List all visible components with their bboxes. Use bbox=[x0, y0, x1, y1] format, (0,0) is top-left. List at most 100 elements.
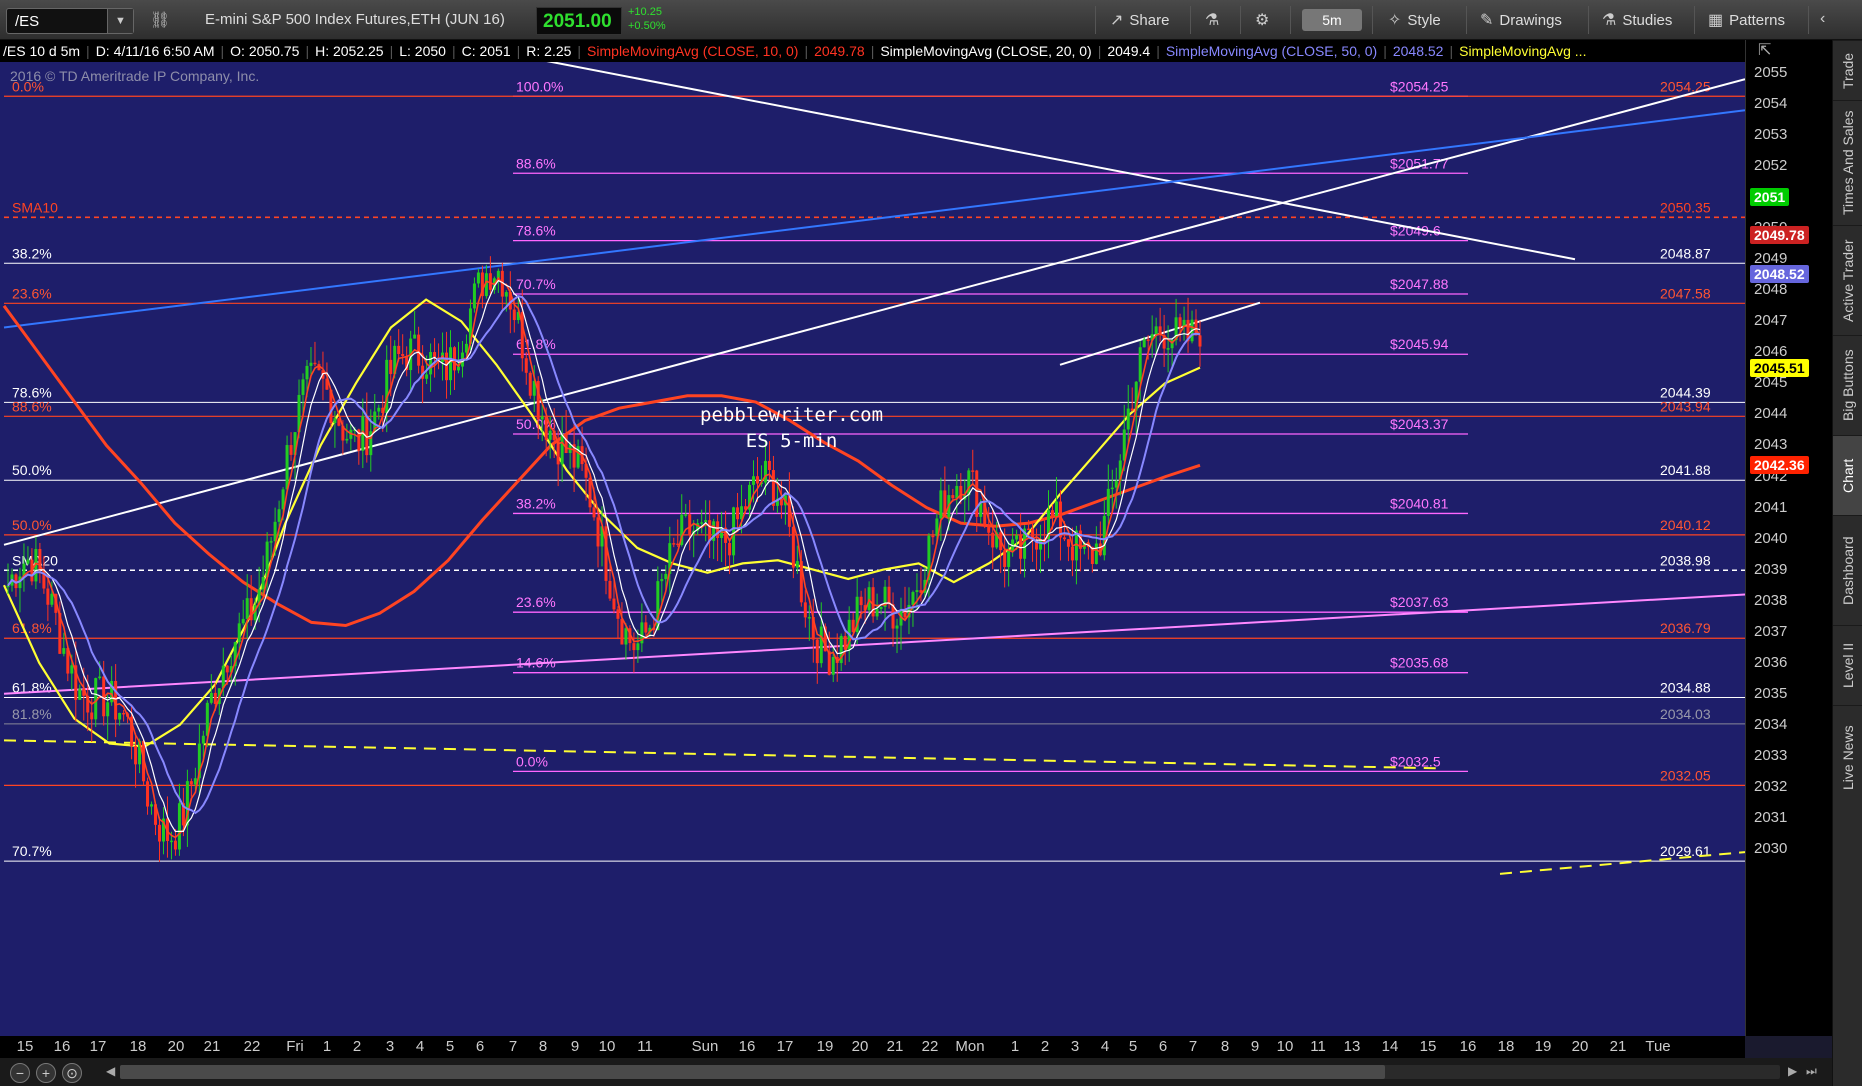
scroll-end-icon[interactable]: ⏭ bbox=[1806, 1064, 1817, 1079]
time-tick-label: 20 bbox=[167, 1038, 185, 1055]
price-badge: 2049.78 bbox=[1750, 226, 1809, 245]
candle-body bbox=[660, 579, 664, 582]
watermark-line-1: pebblewriter.com bbox=[700, 404, 884, 426]
fib-pct-label-red: 61.8% bbox=[12, 620, 52, 636]
price-tick-label: 2036 bbox=[1754, 653, 1788, 671]
trendline-yellow-dashed-right bbox=[1499, 851, 1745, 875]
interval-button[interactable]: 5m bbox=[1302, 9, 1362, 31]
toolbar-divider bbox=[1466, 6, 1467, 34]
share-icon: ↗ bbox=[1110, 12, 1124, 29]
sidebar-tab-chart[interactable]: Chart bbox=[1833, 435, 1862, 515]
candle-body bbox=[736, 507, 740, 520]
scroll-track[interactable] bbox=[120, 1065, 1780, 1079]
collapse-button[interactable]: ‹ bbox=[1820, 10, 1825, 28]
zoom-in-icon[interactable]: + bbox=[36, 1063, 56, 1083]
candle-body bbox=[118, 712, 122, 720]
share-label: Share bbox=[1129, 11, 1170, 29]
sma20-label[interactable]: SimpleMovingAvg (CLOSE, 20, 0) bbox=[877, 43, 1094, 59]
time-tick-label: 15 bbox=[1419, 1038, 1437, 1055]
drawings-button[interactable]: ✎ Drawings bbox=[1480, 10, 1562, 30]
candle-body bbox=[1198, 335, 1202, 347]
scroll-thumb[interactable] bbox=[120, 1065, 1385, 1079]
candle-body bbox=[911, 592, 915, 605]
time-tick-label: 18 bbox=[1497, 1038, 1515, 1055]
time-tick-label: 21 bbox=[1609, 1038, 1627, 1055]
zoom-out-icon[interactable]: − bbox=[10, 1063, 30, 1083]
patterns-button[interactable]: ▦ Patterns bbox=[1708, 10, 1785, 30]
candle-body bbox=[1066, 539, 1070, 547]
candle-body bbox=[704, 520, 708, 523]
bar-low: L: 2050 bbox=[399, 43, 446, 59]
sidebar-tab-big-buttons[interactable]: Big Buttons bbox=[1833, 335, 1862, 435]
candle-body bbox=[313, 362, 317, 365]
candle-body bbox=[1166, 348, 1170, 350]
zoom-fit-icon[interactable]: ⊙ bbox=[62, 1063, 82, 1083]
sidebar-tab-live-news[interactable]: Live News bbox=[1833, 705, 1862, 810]
candle-body bbox=[959, 485, 963, 500]
sidebar-tab-dashboard[interactable]: Dashboard bbox=[1833, 515, 1862, 625]
time-tick-label: 7 bbox=[508, 1038, 518, 1055]
style-button[interactable]: ✧ Style bbox=[1388, 10, 1441, 30]
candle-body bbox=[26, 559, 30, 564]
symbol-input[interactable]: /ES ▼ bbox=[6, 8, 134, 34]
chart-canvas[interactable]: 100.0% $2054.2588.6% $2051.7778.6% $2049.67… bbox=[0, 62, 1745, 1036]
sidebar-tab-times-and-sales[interactable]: Times And Sales bbox=[1833, 100, 1862, 225]
flask-button[interactable]: ⚗ bbox=[1205, 10, 1219, 30]
time-tick-label: 22 bbox=[243, 1038, 261, 1055]
bar-date: D: 4/11/16 6:50 AM bbox=[95, 43, 215, 59]
pencil-icon: ✎ bbox=[1480, 12, 1494, 29]
scroll-left-icon[interactable]: ◀ bbox=[106, 1064, 115, 1078]
candle-body bbox=[955, 485, 959, 499]
gear-icon: ⚙ bbox=[1255, 12, 1270, 29]
candle-body bbox=[1114, 481, 1118, 488]
settings-button[interactable]: ⚙ bbox=[1255, 10, 1269, 30]
expand-icon[interactable]: ⇱ bbox=[1758, 40, 1771, 60]
copyright-text: 2016 © TD Ameritrade IP Company, Inc. bbox=[10, 68, 260, 84]
time-tick-label: 17 bbox=[89, 1038, 107, 1055]
time-tick-label: 14 bbox=[1381, 1038, 1399, 1055]
sidebar-tab-trade[interactable]: Trade bbox=[1833, 40, 1862, 100]
candle-body bbox=[620, 618, 624, 645]
price-axis[interactable]: ⇱ 20552054205320522051205020492048204720… bbox=[1745, 40, 1832, 1036]
chart-scrollbar[interactable]: − + ⊙ ◀ ▶ ⏭ bbox=[0, 1058, 1832, 1086]
candle-body bbox=[664, 573, 668, 580]
price-tick-label: 2053 bbox=[1754, 126, 1788, 144]
share-button[interactable]: ↗ Share bbox=[1110, 10, 1169, 30]
sma50-value: 2048.52 bbox=[1392, 43, 1444, 59]
sma-more-label[interactable]: SimpleMovingAvg ... bbox=[1456, 43, 1589, 59]
toolbar-divider bbox=[1808, 6, 1809, 34]
price-badge: 2048.52 bbox=[1750, 265, 1809, 284]
candle-body bbox=[831, 656, 835, 675]
sidebar-tab-active-trader[interactable]: Active Trader bbox=[1833, 225, 1862, 335]
time-tick-label: 19 bbox=[816, 1038, 834, 1055]
candle-body bbox=[209, 692, 213, 703]
candle-body bbox=[616, 609, 620, 619]
candle-body bbox=[106, 702, 110, 717]
candle-body bbox=[871, 587, 875, 617]
sidebar-tab-level-ii[interactable]: Level II bbox=[1833, 625, 1862, 705]
scroll-right-icon[interactable]: ▶ bbox=[1788, 1064, 1797, 1078]
studies-button[interactable]: ⚗ Studies bbox=[1602, 10, 1672, 30]
candle-body bbox=[1106, 488, 1110, 516]
candle-body bbox=[134, 746, 138, 765]
candle-body bbox=[445, 352, 449, 381]
candle-body bbox=[189, 781, 193, 785]
symbol-dropdown-icon[interactable]: ▼ bbox=[107, 9, 133, 33]
price-chart[interactable]: 100.0% $2054.25 88.6% $2051.77 78.6% $2049.6 7… bbox=[0, 62, 1745, 1036]
fib-price-label-pink: $2043.37 bbox=[1390, 416, 1449, 432]
fib-price-label-red: 2054.25 bbox=[1660, 78, 1711, 94]
top-toolbar: /ES ▼ ⛓ E-mini S&P 500 Index Futures,ETH… bbox=[0, 0, 1862, 40]
sma50-label[interactable]: SimpleMovingAvg (CLOSE, 50, 0) bbox=[1163, 43, 1380, 59]
time-axis[interactable]: 15 16 17 18 20 21 22 Fri 1 2 3 4 5 6 7 8 9 10 11 Sun 16 17 19 2… bbox=[0, 1036, 1745, 1058]
candle-body bbox=[1126, 408, 1130, 430]
candle-body bbox=[939, 490, 943, 519]
link-icon[interactable]: ⛓ bbox=[150, 10, 170, 30]
fib-pct-label-white: 70.7% bbox=[12, 843, 52, 859]
sma-level-value: 2050.35 bbox=[1660, 199, 1711, 215]
time-tick-label: 19 bbox=[1534, 1038, 1552, 1055]
fib-pct-label-red: 88.6% bbox=[12, 398, 52, 414]
sma10-label[interactable]: SimpleMovingAvg (CLOSE, 10, 0) bbox=[584, 43, 801, 59]
candle-body bbox=[528, 372, 532, 396]
trendline-blue bbox=[3, 109, 1745, 329]
price-change: +10.25 +0.50% bbox=[628, 5, 666, 33]
